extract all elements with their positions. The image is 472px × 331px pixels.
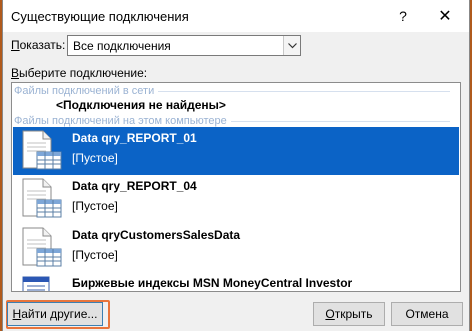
- connections-list[interactable]: Файлы подключений в сети <Подключения не…: [11, 82, 461, 292]
- list-item[interactable]: Data qryCustomersSalesData [Пустое]: [13, 224, 459, 272]
- web-query-icon: [19, 275, 63, 291]
- connection-description: [Пустое]: [72, 199, 118, 213]
- data-source-file-icon: [19, 178, 63, 223]
- no-connections-message: <Подключения не найдены>: [56, 98, 226, 112]
- cancel-button[interactable]: Отмена: [391, 302, 463, 326]
- connection-description: [Пустое]: [72, 151, 118, 165]
- chevron-down-icon[interactable]: [283, 36, 300, 55]
- data-source-file-icon: [19, 130, 63, 175]
- connection-name: Data qryCustomersSalesData: [72, 228, 241, 242]
- connection-name: Data qry_REPORT_01: [72, 131, 197, 145]
- show-label: Показать:: [11, 38, 66, 52]
- close-button[interactable]: ✕: [423, 4, 467, 28]
- show-dropdown[interactable]: Все подключения: [67, 35, 301, 56]
- group-header-local: Файлы подключений на этом компьютере: [14, 114, 454, 128]
- find-more-button[interactable]: Найти другие...: [7, 302, 103, 326]
- show-dropdown-value: Все подключения: [73, 38, 171, 53]
- data-source-file-icon: [19, 227, 63, 272]
- existing-connections-dialog: Существующие подключения ? ✕ Показать: В…: [2, 0, 470, 331]
- dialog-title: Существующие подключения: [11, 9, 189, 24]
- group-header-network: Файлы подключений в сети: [14, 84, 454, 98]
- connection-name: Биржевые индексы MSN MoneyCentral Invest…: [72, 276, 353, 290]
- help-button[interactable]: ?: [387, 4, 419, 28]
- open-button[interactable]: Открыть: [313, 302, 385, 326]
- choose-connection-label: Выберите подключение:: [11, 66, 148, 80]
- connection-description: [Пустое]: [72, 248, 118, 262]
- title-bar: Существующие подключения ? ✕: [3, 0, 469, 32]
- connection-name: Data qry_REPORT_04: [72, 179, 197, 193]
- list-item[interactable]: Data qry_REPORT_01 [Пустое]: [13, 127, 459, 175]
- list-item[interactable]: Биржевые индексы MSN MoneyCentral Invest…: [13, 272, 459, 291]
- list-item[interactable]: Data qry_REPORT_04 [Пустое]: [13, 175, 459, 223]
